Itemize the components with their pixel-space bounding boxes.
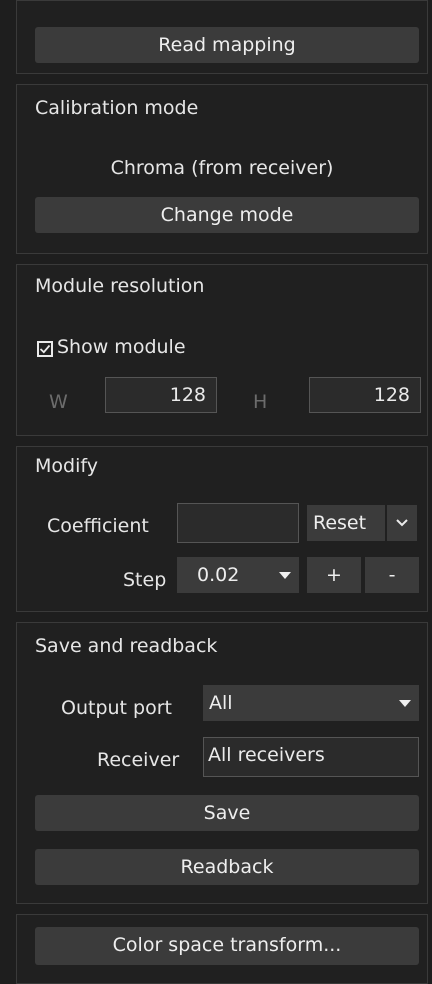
coefficient-label: Coefficient (47, 515, 149, 537)
height-input[interactable]: 128 (309, 377, 421, 413)
module-resolution-group: Module resolution Show module W 128 H 12… (16, 264, 428, 436)
modify-title: Modify (35, 455, 98, 477)
readback-button[interactable]: Readback (35, 849, 419, 885)
output-port-dropdown[interactable]: All (203, 685, 419, 721)
show-module-checkbox[interactable] (37, 341, 53, 357)
coefficient-input[interactable] (177, 503, 299, 543)
save-readback-group: Save and readback Output port All Receiv… (16, 622, 428, 904)
caret-down-icon (279, 572, 291, 579)
step-value: 0.02 (197, 564, 240, 586)
read-mapping-button[interactable]: Read mapping (35, 27, 419, 63)
height-label: H (253, 391, 268, 413)
change-mode-button[interactable]: Change mode (35, 197, 419, 233)
color-space-group: Color space transform... (16, 914, 428, 984)
calibration-mode-value: Chroma (from receiver) (110, 157, 334, 179)
caret-down-icon (399, 700, 411, 707)
side-panel: Read mapping Calibration mode Chroma (fr… (16, 0, 430, 984)
color-space-transform-button[interactable]: Color space transform... (35, 927, 419, 965)
output-port-label: Output port (61, 697, 172, 719)
width-label: W (49, 391, 68, 413)
receiver-input[interactable]: All receivers (203, 737, 419, 777)
module-resolution-title: Module resolution (35, 275, 205, 297)
save-button[interactable]: Save (35, 795, 419, 831)
reset-button[interactable]: Reset (307, 505, 385, 541)
check-icon (39, 344, 51, 354)
step-dropdown[interactable]: 0.02 (177, 557, 299, 593)
chevron-down-icon (396, 519, 408, 527)
show-module-label[interactable]: Show module (57, 336, 186, 358)
step-label: Step (123, 569, 167, 591)
calibration-mode-group: Calibration mode Chroma (from receiver) … (16, 84, 428, 254)
calibration-mode-title: Calibration mode (35, 97, 199, 119)
receiver-label: Receiver (97, 749, 180, 771)
reset-options-button[interactable] (387, 505, 417, 541)
step-minus-button[interactable]: - (365, 557, 419, 593)
read-mapping-group: Read mapping (16, 0, 428, 74)
save-readback-title: Save and readback (35, 635, 218, 657)
output-port-value: All (209, 692, 233, 714)
width-input[interactable]: 128 (105, 377, 217, 413)
modify-group: Modify Coefficient Reset Step 0.02 + - (16, 446, 428, 612)
step-plus-button[interactable]: + (307, 557, 361, 593)
